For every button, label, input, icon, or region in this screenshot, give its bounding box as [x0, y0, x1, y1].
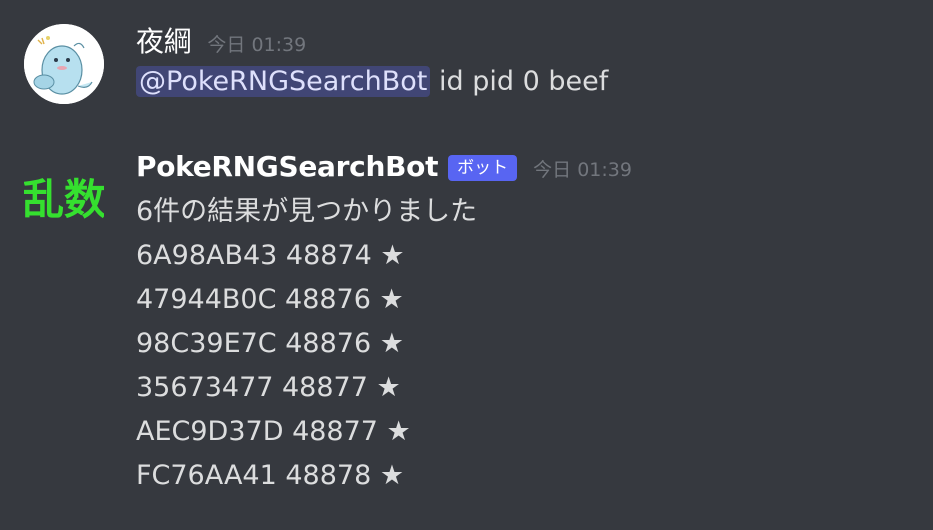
user-avatar[interactable]	[24, 24, 104, 104]
result-line: 98C39E7C 48876 ★	[136, 328, 404, 359]
result-summary: 6件の結果が見つかりました	[136, 196, 478, 227]
username[interactable]: 夜綱	[136, 20, 192, 60]
character-avatar-icon	[24, 24, 104, 104]
bot-username[interactable]: PokeRNGSearchBot	[136, 150, 438, 183]
chat-area: 夜綱 今日 01:39 @PokeRNGSearchBot id pid 0 b…	[0, 0, 933, 530]
message-body: id pid 0 beef	[430, 66, 609, 97]
result-line: AEC9D37D 48877 ★	[136, 416, 411, 447]
message-text: @PokeRNGSearchBot id pid 0 beef	[136, 60, 923, 104]
svg-text:乱数: 乱数	[24, 175, 104, 224]
message-header: 夜綱 今日 01:39	[136, 20, 923, 60]
message-header: PokeRNGSearchBot ボット 今日 01:39	[136, 150, 923, 190]
ransu-logo-icon: 乱数	[24, 175, 104, 224]
mention[interactable]: @PokeRNGSearchBot	[136, 66, 431, 97]
bot-tag: ボット	[448, 155, 518, 181]
result-line: 6A98AB43 48874 ★	[136, 240, 405, 271]
timestamp: 今日 01:39	[207, 34, 307, 56]
result-line: 47944B0C 48876 ★	[136, 284, 404, 315]
bot-avatar[interactable]: 乱数	[24, 154, 104, 234]
result-line: FC76AA41 48878 ★	[136, 460, 405, 491]
message-content: PokeRNGSearchBot ボット 今日 01:39 6件の結果が見つかり…	[136, 150, 923, 498]
result-line: 35673477 48877 ★	[136, 372, 401, 403]
message-content: 夜綱 今日 01:39 @PokeRNGSearchBot id pid 0 b…	[136, 20, 923, 104]
timestamp: 今日 01:39	[533, 159, 632, 181]
